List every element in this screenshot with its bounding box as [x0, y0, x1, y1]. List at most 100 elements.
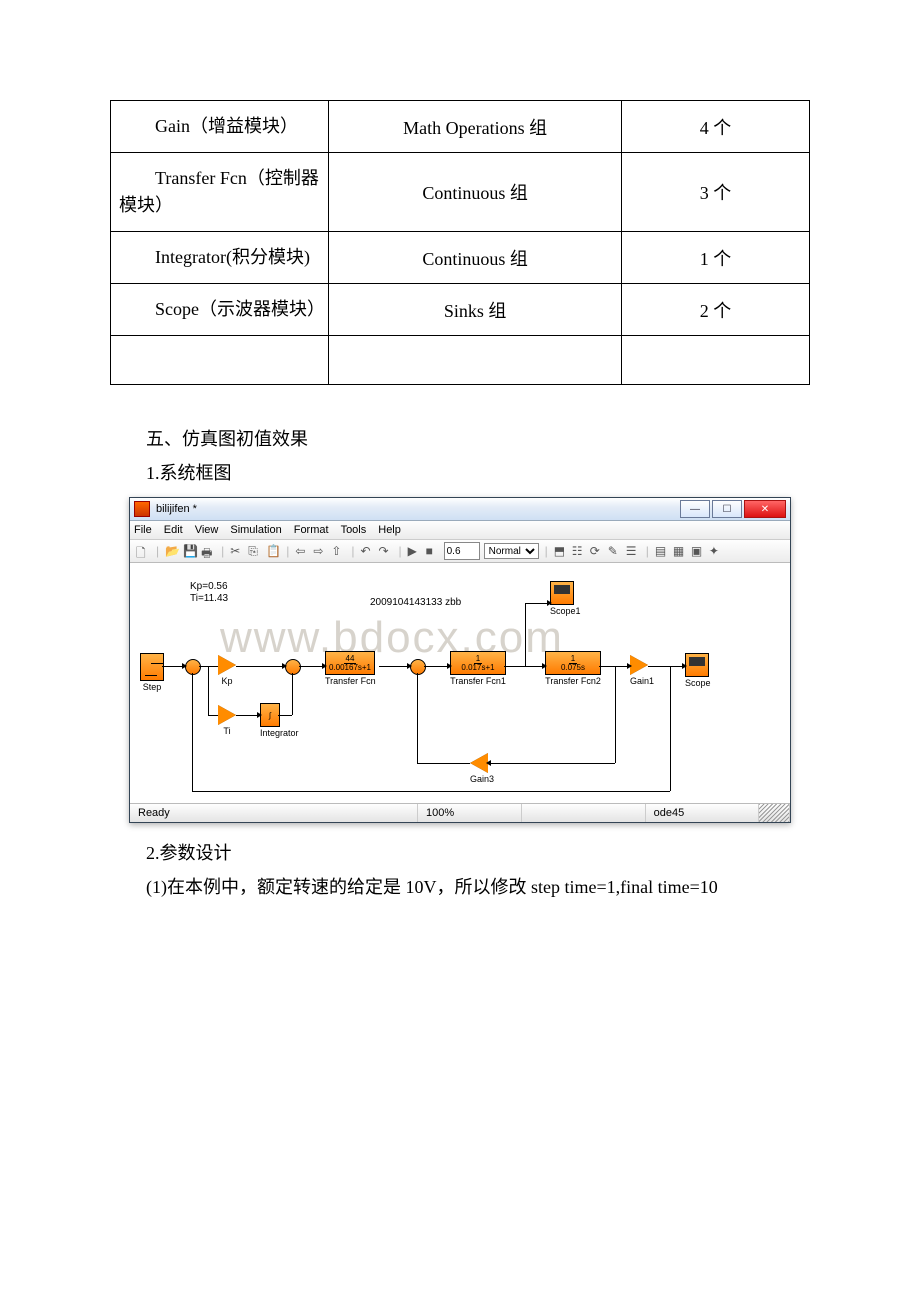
wire [417, 673, 418, 763]
print-icon[interactable]: 🖶 [201, 544, 215, 558]
block-gain1[interactable]: Gain1 [630, 655, 654, 686]
tool-icon[interactable]: ☷ [572, 544, 586, 558]
status-ready: Ready [130, 804, 418, 822]
block-label: Gain1 [630, 676, 654, 686]
table-row: Gain（增益模块）Math Operations 组4 个 [111, 101, 810, 153]
stop-time-input[interactable] [444, 542, 480, 560]
block-kp[interactable]: Kp [218, 655, 236, 686]
menu-simulation[interactable]: Simulation [230, 524, 281, 536]
watermark: www.bdocx.com [220, 613, 564, 663]
arrow-icon [182, 663, 187, 669]
copy-icon[interactable]: ⎘ [248, 544, 262, 558]
toolbar: 🗋 | 📂 💾 🖶 | ✂ ⎘ 📋 | ⇦ ⇨ ⇧ | ↶ ↷ | ▶ ■ No… [130, 540, 790, 563]
model-canvas[interactable]: www.bdocx.com Kp=0.56 Ti=11.43 200910414… [130, 563, 790, 803]
forward-icon[interactable]: ⇨ [313, 544, 327, 558]
block-label: Transfer Fcn2 [545, 676, 601, 686]
cell: 2 个 [622, 284, 810, 336]
tool-icon[interactable]: ▤ [655, 544, 669, 558]
minimize-button[interactable]: — [680, 500, 710, 518]
block-scope[interactable]: Scope [685, 653, 711, 688]
block-label: Integrator [260, 728, 299, 738]
cell: Continuous 组 [329, 153, 622, 232]
tool-icon[interactable]: ☰ [626, 544, 640, 558]
undo-icon[interactable]: ↶ [361, 544, 375, 558]
block-step[interactable]: Step [140, 653, 164, 692]
subheading: 2.参数设计 [110, 839, 810, 865]
tool-icon[interactable]: ▣ [691, 544, 705, 558]
arrow-icon [322, 663, 327, 669]
status-bar: Ready 100% ode45 [130, 803, 790, 822]
arrow-icon [542, 663, 547, 669]
paste-icon[interactable]: 📋 [266, 544, 280, 558]
cut-icon[interactable]: ✂ [230, 544, 244, 558]
cell: Math Operations 组 [329, 101, 622, 153]
block-sum1[interactable] [185, 659, 201, 675]
block-label: Kp [218, 676, 236, 686]
wire [292, 673, 293, 715]
block-ti[interactable]: Ti [218, 705, 236, 736]
wire [417, 763, 470, 764]
table-row: Transfer Fcn（控制器模块）Continuous 组3 个 [111, 153, 810, 232]
window-title: bilijifen * [156, 503, 197, 515]
up-icon[interactable]: ⇧ [331, 544, 345, 558]
open-icon[interactable]: 📂 [165, 544, 179, 558]
menu-tools[interactable]: Tools [341, 524, 367, 536]
menu-help[interactable]: Help [378, 524, 401, 536]
paragraph: (1)在本例中，额定转速的给定是 10V，所以修改 step time=1,fi… [110, 873, 810, 899]
wire [379, 666, 410, 667]
maximize-button[interactable]: ☐ [712, 500, 742, 518]
module-table: Gain（增益模块）Math Operations 组4 个 Transfer … [110, 100, 810, 385]
section-heading: 五、仿真图初值效果 [110, 425, 810, 451]
tool-icon[interactable]: ⬒ [554, 544, 568, 558]
status-solver: ode45 [646, 804, 760, 822]
new-icon[interactable]: 🗋 [136, 544, 150, 558]
arrow-icon [682, 663, 687, 669]
app-icon [134, 501, 150, 517]
tf2-den: 0.075s [561, 664, 585, 672]
tool-icon[interactable]: ▦ [673, 544, 687, 558]
menu-format[interactable]: Format [294, 524, 329, 536]
cell: Integrator(积分模块) [111, 232, 329, 284]
menu-edit[interactable]: Edit [164, 524, 183, 536]
arrow-icon [627, 663, 632, 669]
tf1-den: 0.017s+1 [461, 664, 494, 672]
cell: Transfer Fcn（控制器模块） [111, 153, 329, 232]
note-id: 2009104143133 zbb [370, 597, 461, 608]
arrow-icon [547, 600, 552, 606]
simulink-window: bilijifen * — ☐ ✕ File Edit View Simulat… [129, 497, 791, 823]
tool-icon[interactable]: ✦ [709, 544, 723, 558]
block-label: Ti [218, 726, 236, 736]
close-button[interactable]: ✕ [744, 500, 786, 518]
resize-grip-icon[interactable] [759, 804, 790, 822]
redo-icon[interactable]: ↷ [379, 544, 393, 558]
block-sum3[interactable] [410, 659, 426, 675]
note-kp: Kp=0.56 [190, 581, 228, 592]
wire [615, 666, 616, 763]
wire [278, 715, 292, 716]
menu-file[interactable]: File [134, 524, 152, 536]
mode-select[interactable]: Normal [484, 543, 539, 559]
tool-icon[interactable]: ⟳ [590, 544, 604, 558]
play-icon[interactable]: ▶ [408, 544, 422, 558]
block-transfer-fcn1[interactable]: 10.017s+1 Transfer Fcn1 [450, 651, 506, 686]
wire [208, 666, 209, 715]
cell: Continuous 组 [329, 232, 622, 284]
arrow-icon [282, 663, 287, 669]
tool-icon[interactable]: ✎ [608, 544, 622, 558]
block-transfer-fcn2[interactable]: 10.075s Transfer Fcn2 [545, 651, 601, 686]
block-gain3[interactable]: Gain3 [470, 753, 494, 784]
block-label: Step [140, 682, 164, 692]
save-icon[interactable]: 💾 [183, 544, 197, 558]
block-transfer-fcn[interactable]: 440.00167s+1 Transfer Fcn [325, 651, 376, 686]
arrow-icon [486, 760, 491, 766]
block-scope1[interactable]: Scope1 [550, 581, 581, 616]
back-icon[interactable]: ⇦ [295, 544, 309, 558]
titlebar[interactable]: bilijifen * — ☐ ✕ [130, 498, 790, 521]
tf-den: 0.00167s+1 [329, 664, 371, 672]
cell: 1 个 [622, 232, 810, 284]
cell [111, 336, 329, 385]
stop-icon[interactable]: ■ [426, 544, 440, 558]
menu-view[interactable]: View [195, 524, 219, 536]
block-label: Transfer Fcn [325, 676, 376, 686]
block-sum2[interactable] [285, 659, 301, 675]
